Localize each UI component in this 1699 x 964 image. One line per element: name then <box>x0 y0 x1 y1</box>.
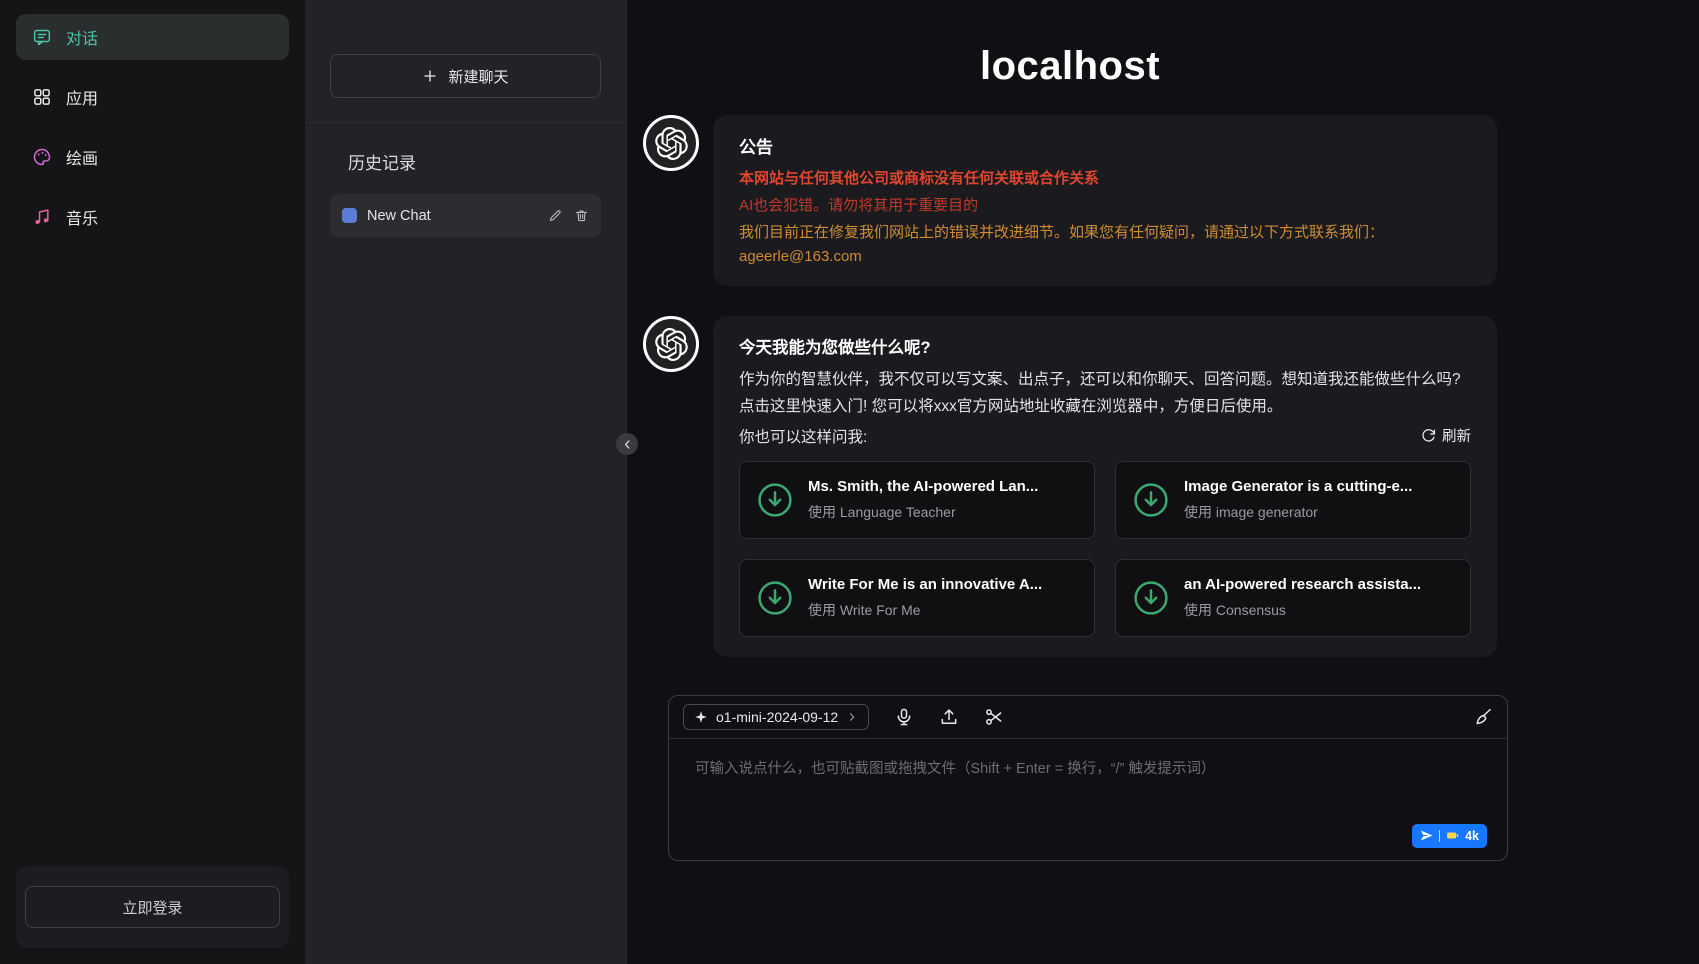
contact-email-link[interactable]: ageerle@163.com <box>739 248 862 265</box>
suggestion-text: an AI-powered research assista... 使用 Con… <box>1184 576 1421 620</box>
composer-toolbar: o1-mini-2024-09-12 <box>669 696 1507 739</box>
suggestion-subtitle: 使用 image generator <box>1184 502 1412 522</box>
suggestion-text: Write For Me is an innovative A... 使用 Wr… <box>808 576 1042 620</box>
chevron-right-icon <box>846 711 858 723</box>
announcement-heading: 公告 <box>739 133 1471 158</box>
edit-icon[interactable] <box>547 208 563 224</box>
sidebar-item-label: 应用 <box>66 85 98 109</box>
scissors-icon[interactable] <box>983 706 1004 727</box>
chat-color-swatch-icon <box>342 208 357 223</box>
openai-logo-icon <box>655 127 688 160</box>
welcome-bubble: 今天我能为您做些什么呢? 作为你的智慧伙伴，我不仅可以写文案、出点子，还可以和你… <box>713 316 1497 656</box>
send-plane-icon <box>1420 829 1433 842</box>
music-note-icon <box>32 207 52 227</box>
new-chat-button[interactable]: 新建聊天 <box>330 54 601 98</box>
model-selector[interactable]: o1-mini-2024-09-12 <box>683 704 869 730</box>
suggestion-title: Ms. Smith, the AI-powered Lan... <box>808 478 1038 495</box>
message-welcome: 今天我能为您做些什么呢? 作为你的智慧伙伴，我不仅可以写文案、出点子，还可以和你… <box>643 316 1497 656</box>
sidebar-item-drawing[interactable]: 绘画 <box>16 134 289 180</box>
suggestion-title: Image Generator is a cutting-e... <box>1184 478 1412 495</box>
suggestion-subtitle: 使用 Consensus <box>1184 600 1421 620</box>
message-input[interactable] <box>695 757 1481 819</box>
announcement-bubble: 公告 本网站与任何其他公司或商标没有任何关联或合作关系 AI也会犯错。请勿将其用… <box>713 115 1497 286</box>
token-badge: 4k <box>1465 829 1479 843</box>
collapse-sidebar-button[interactable] <box>616 433 638 455</box>
circle-arrow-down-icon <box>756 579 794 617</box>
palette-icon <box>32 147 52 167</box>
ask-hint: 你也可以这样问我: <box>739 425 867 447</box>
clear-context-broom-icon[interactable] <box>1472 706 1493 727</box>
assistant-avatar <box>643 316 699 372</box>
token-battery-icon <box>1446 829 1459 842</box>
upload-icon[interactable] <box>938 706 959 727</box>
suggestion-text: Image Generator is a cutting-e... 使用 ima… <box>1184 478 1412 522</box>
new-chat-label: 新建聊天 <box>448 66 508 87</box>
sidebar-item-music[interactable]: 音乐 <box>16 194 289 240</box>
sidebar: 对话 应用 绘画 <box>0 0 305 964</box>
message-announcement: 公告 本网站与任何其他公司或商标没有任何关联或合作关系 AI也会犯错。请勿将其用… <box>643 115 1497 286</box>
welcome-heading: 今天我能为您做些什么呢? <box>739 334 1471 358</box>
suggestion-grid: Ms. Smith, the AI-powered Lan... 使用 Lang… <box>739 461 1471 637</box>
welcome-body: 作为你的智慧伙伴，我不仅可以写文案、出点子，还可以和你聊天、回答问题。想知道我还… <box>739 366 1471 420</box>
login-panel: 立即登录 <box>16 866 289 948</box>
openai-logo-icon <box>655 328 688 361</box>
pill-divider <box>1439 830 1440 842</box>
sparkle-icon <box>694 710 708 724</box>
sidebar-item-label: 绘画 <box>66 145 98 169</box>
suggestion-card[interactable]: Image Generator is a cutting-e... 使用 ima… <box>1115 461 1471 539</box>
announcement-line: 本网站与任何其他公司或商标没有任何关联或合作关系 <box>739 168 1471 190</box>
refresh-label: 刷新 <box>1442 425 1471 446</box>
announcement-line: 我们目前正在修复我们网站上的错误并改进细节。如果您有任何疑问，请通过以下方式联系… <box>739 222 1471 244</box>
suggestion-card[interactable]: an AI-powered research assista... 使用 Con… <box>1115 559 1471 637</box>
suggestion-text: Ms. Smith, the AI-powered Lan... 使用 Lang… <box>808 478 1038 522</box>
ask-row: 你也可以这样问我: 刷新 <box>739 425 1471 447</box>
history-title: 历史记录 <box>330 149 601 174</box>
login-button[interactable]: 立即登录 <box>25 886 280 928</box>
sidebar-item-label: 对话 <box>66 25 98 49</box>
trash-icon[interactable] <box>573 208 589 224</box>
chat-item-title: New Chat <box>367 208 537 224</box>
assistant-avatar <box>643 115 699 171</box>
chat-list-panel: 新建聊天 历史记录 New Chat <box>305 0 627 964</box>
grid-icon <box>32 87 52 107</box>
history-section: 历史记录 New Chat <box>305 123 626 237</box>
chat-list-header: 新建聊天 <box>305 0 626 123</box>
suggestion-title: Write For Me is an innovative A... <box>808 576 1042 593</box>
plus-icon <box>422 68 438 84</box>
chat-history-item[interactable]: New Chat <box>330 194 601 237</box>
refresh-icon <box>1421 428 1436 443</box>
sidebar-item-label: 音乐 <box>66 205 98 229</box>
composer-input-area: 4k <box>669 739 1507 860</box>
announcement-line: AI也会犯错。请勿将其用于重要目的 <box>739 195 1471 217</box>
app-root: 对话 应用 绘画 <box>0 0 1699 964</box>
refresh-button[interactable]: 刷新 <box>1421 425 1471 446</box>
sidebar-item-chat[interactable]: 对话 <box>16 14 289 60</box>
circle-arrow-down-icon <box>756 481 794 519</box>
send-button[interactable]: 4k <box>1412 824 1487 848</box>
composer: o1-mini-2024-09-12 <box>668 695 1508 861</box>
suggestion-card[interactable]: Write For Me is an innovative A... 使用 Wr… <box>739 559 1095 637</box>
chat-bubble-icon <box>32 27 52 47</box>
page-title: localhost <box>643 44 1497 89</box>
microphone-icon[interactable] <box>893 706 914 727</box>
model-label: o1-mini-2024-09-12 <box>716 709 838 725</box>
suggestion-subtitle: 使用 Language Teacher <box>808 502 1038 522</box>
suggestion-title: an AI-powered research assista... <box>1184 576 1421 593</box>
suggestion-subtitle: 使用 Write For Me <box>808 600 1042 620</box>
chevron-left-icon <box>621 438 634 451</box>
suggestion-card[interactable]: Ms. Smith, the AI-powered Lan... 使用 Lang… <box>739 461 1095 539</box>
circle-arrow-down-icon <box>1132 579 1170 617</box>
chat-main: localhost 公告 本网站与任何其他公司或商标没有任何关联或合作关系 AI… <box>627 0 1699 964</box>
circle-arrow-down-icon <box>1132 481 1170 519</box>
sidebar-item-apps[interactable]: 应用 <box>16 74 289 120</box>
